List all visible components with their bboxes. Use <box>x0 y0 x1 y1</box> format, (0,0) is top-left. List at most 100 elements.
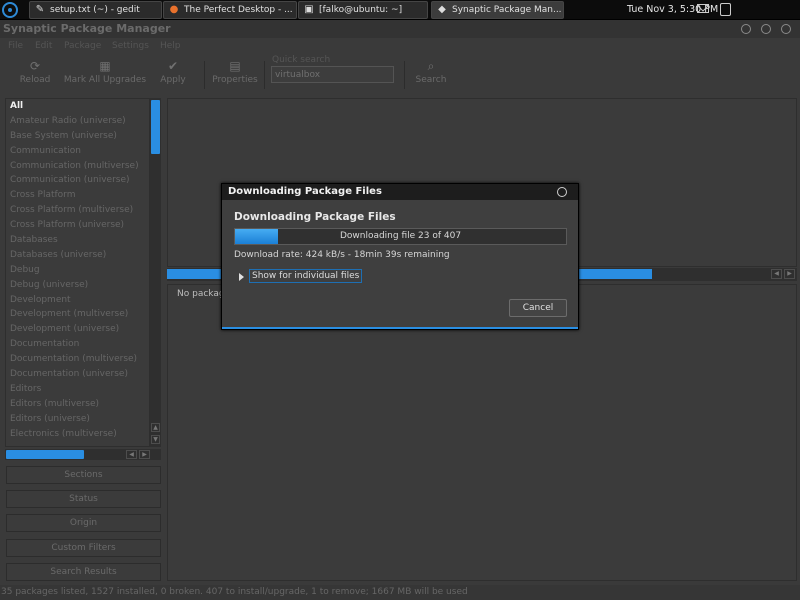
section-item[interactable]: Electronics (multiverse) <box>6 427 149 442</box>
menu-package[interactable]: Package <box>64 41 101 51</box>
apply-label: Apply <box>160 75 186 85</box>
expander-arrow-icon[interactable] <box>239 273 244 281</box>
menu-file[interactable]: File <box>8 41 23 51</box>
task-label: [falko@ubuntu: ~] <box>319 5 403 15</box>
properties-icon: ▤ <box>229 59 241 73</box>
task-terminal[interactable]: ▣ [falko@ubuntu: ~] <box>298 1 428 19</box>
ubuntu-menu-icon[interactable] <box>2 2 18 18</box>
section-item[interactable]: Documentation (universe) <box>6 367 149 382</box>
scrollbar-thumb[interactable] <box>151 100 160 154</box>
section-item[interactable]: Cross Platform (multiverse) <box>6 203 149 218</box>
upgrade-icon: ▦ <box>99 59 111 73</box>
origin-button[interactable]: Origin <box>6 514 161 532</box>
mark-all-upgrades-button[interactable]: ▦ Mark All Upgrades <box>63 57 147 93</box>
task-gedit[interactable]: ✎ setup.txt (~) - gedit <box>29 1 162 19</box>
toolbar: ⟳ Reload ▦ Mark All Upgrades ✔ Apply ▤ P… <box>0 55 800 95</box>
download-progress-bar: Downloading file 23 of 407 <box>234 228 567 245</box>
minimize-icon[interactable] <box>741 24 751 34</box>
text-editor-icon: ✎ <box>35 4 45 15</box>
section-item[interactable]: Communication (multiverse) <box>6 159 149 174</box>
scroll-up-icon[interactable]: ▲ <box>151 423 160 432</box>
section-item[interactable]: Amateur Radio (universe) <box>6 114 149 129</box>
toolbar-separator <box>204 61 205 89</box>
menu-settings[interactable]: Settings <box>112 41 149 51</box>
section-item[interactable]: Documentation (multiverse) <box>6 352 149 367</box>
reload-icon: ⟳ <box>29 59 41 73</box>
scroll-left-icon[interactable]: ◀ <box>771 269 782 279</box>
properties-label: Properties <box>212 75 258 85</box>
section-item[interactable]: Development (multiverse) <box>6 307 149 322</box>
section-list-hscrollbar[interactable]: ◀ ▶ <box>5 449 161 460</box>
section-item[interactable]: Editors <box>6 382 149 397</box>
reload-label: Reload <box>19 75 51 85</box>
toolbar-separator <box>264 61 265 89</box>
section-item[interactable]: Development (universe) <box>6 322 149 337</box>
section-item[interactable]: Editors (universe) <box>6 412 149 427</box>
dialog-accent-bar <box>222 327 578 329</box>
window-titlebar: Synaptic Package Manager <box>0 20 800 38</box>
section-item[interactable]: Cross Platform (universe) <box>6 218 149 233</box>
task-label: setup.txt (~) - gedit <box>50 5 140 15</box>
top-panel: ✎ setup.txt (~) - gedit ● The Perfect De… <box>0 0 800 20</box>
scroll-left-icon[interactable]: ◀ <box>126 450 137 459</box>
reload-button[interactable]: ⟳ Reload <box>14 57 56 93</box>
custom-filters-button[interactable]: Custom Filters <box>6 539 161 557</box>
quick-search-input[interactable] <box>271 66 394 83</box>
section-item[interactable]: Debug <box>6 263 149 278</box>
search-label: Search <box>415 75 447 85</box>
power-icon[interactable] <box>720 3 731 16</box>
dialog-title: Downloading Package Files <box>222 184 578 200</box>
mark-all-upgrades-label: Mark All Upgrades <box>63 75 147 85</box>
window-title: Synaptic Package Manager <box>3 22 171 35</box>
scroll-right-icon[interactable]: ▶ <box>784 269 795 279</box>
menu-help[interactable]: Help <box>160 41 181 51</box>
quick-search-label: Quick search <box>272 55 331 65</box>
menu-edit[interactable]: Edit <box>35 41 52 51</box>
task-synaptic[interactable]: ◆ Synaptic Package Man... <box>431 1 564 19</box>
dialog-heading: Downloading Package Files <box>234 211 396 223</box>
synaptic-icon: ◆ <box>438 4 446 15</box>
download-dialog: Downloading Package Files Downloading Pa… <box>221 183 579 330</box>
progress-text: Downloading file 23 of 407 <box>339 231 462 241</box>
menu-bar: File Edit Package Settings Help <box>0 38 800 54</box>
sections-button[interactable]: Sections <box>6 466 161 484</box>
maximize-icon[interactable] <box>761 24 771 34</box>
section-item[interactable]: Communication (universe) <box>6 173 149 188</box>
section-item[interactable]: Debug (universe) <box>6 278 149 293</box>
apply-button[interactable]: ✔ Apply <box>156 57 190 93</box>
show-individual-files-expander[interactable]: Show for individual files <box>249 269 363 283</box>
task-firefox[interactable]: ● The Perfect Desktop - ... <box>163 1 297 19</box>
task-label: The Perfect Desktop - ... <box>184 5 293 15</box>
status-bar: 35 packages listed, 1527 installed, 0 br… <box>0 585 800 600</box>
firefox-icon: ● <box>169 4 179 15</box>
close-icon[interactable] <box>781 24 791 34</box>
section-list: All Amateur Radio (universe) Base System… <box>5 98 150 447</box>
properties-button[interactable]: ▤ Properties <box>211 57 259 93</box>
download-rate: Download rate: 424 kB/s - 18min 39s rema… <box>234 250 450 260</box>
section-item[interactable]: Base System (universe) <box>6 129 149 144</box>
task-label: Synaptic Package Man... <box>452 5 562 15</box>
scroll-down-icon[interactable]: ▼ <box>151 435 160 444</box>
section-item[interactable]: All <box>6 99 149 114</box>
section-item[interactable]: Documentation <box>6 337 149 352</box>
terminal-icon: ▣ <box>304 4 314 15</box>
scrollbar-thumb[interactable] <box>6 450 84 459</box>
search-icon: ⌕ <box>427 59 435 73</box>
cancel-button[interactable]: Cancel <box>509 299 567 317</box>
search-button[interactable]: ⌕ Search <box>414 57 448 93</box>
section-item[interactable]: Databases <box>6 233 149 248</box>
mail-icon[interactable] <box>697 4 709 13</box>
close-icon[interactable] <box>557 187 567 197</box>
section-item[interactable]: Development <box>6 293 149 308</box>
status-button[interactable]: Status <box>6 490 161 508</box>
section-item[interactable]: Databases (universe) <box>6 248 149 263</box>
toolbar-separator <box>404 61 405 89</box>
section-item[interactable]: Editors (multiverse) <box>6 397 149 412</box>
checkmark-icon: ✔ <box>167 59 179 73</box>
search-results-button[interactable]: Search Results <box>6 563 161 581</box>
section-item[interactable]: Communication <box>6 144 149 159</box>
scroll-right-icon[interactable]: ▶ <box>139 450 150 459</box>
section-list-vscrollbar[interactable]: ▲ ▼ <box>150 98 161 447</box>
description-text: No packag <box>177 289 225 299</box>
section-item[interactable]: Cross Platform <box>6 188 149 203</box>
